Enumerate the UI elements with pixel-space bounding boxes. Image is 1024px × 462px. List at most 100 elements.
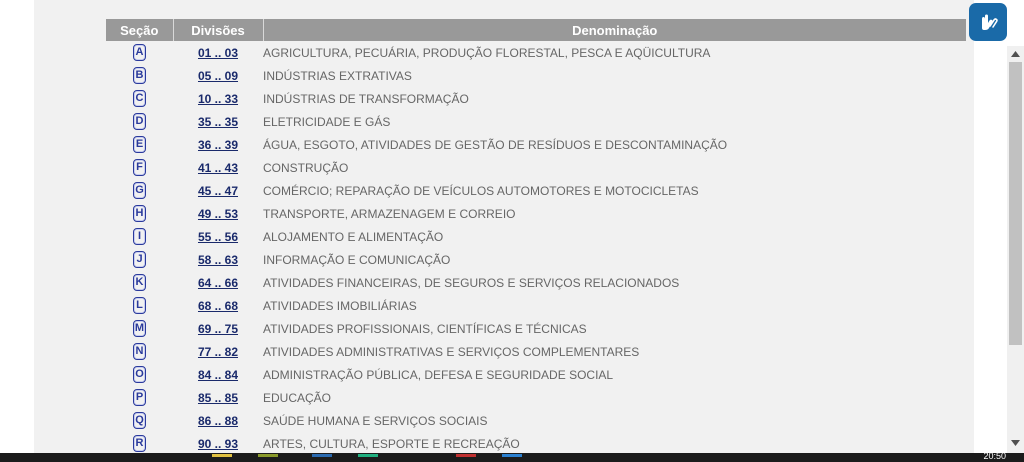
divisions-cell: 01 .. 03	[173, 41, 263, 64]
divisions-link[interactable]: 01 .. 03	[198, 46, 238, 60]
section-cell: G	[106, 179, 173, 202]
cnae-sections-table: Seção Divisões Denominação A 01 .. 03 AGRI…	[106, 19, 966, 455]
divisions-link[interactable]: 86 .. 88	[198, 414, 238, 428]
accessibility-widget-button[interactable]	[969, 3, 1007, 41]
section-letter-badge[interactable]: M	[132, 320, 147, 337]
table-row: M 69 .. 75 ATIVIDADES PROFISSIONAIS, CIENT…	[106, 317, 966, 340]
divisions-link[interactable]: 35 .. 35	[198, 115, 238, 129]
divisions-cell: 55 .. 56	[173, 225, 263, 248]
denomination-cell: ALOJAMENTO E ALIMENTAÇÃO	[263, 229, 444, 244]
divisions-cell: 45 .. 47	[173, 179, 263, 202]
section-letter-badge[interactable]: H	[133, 205, 146, 222]
table-row: D 35 .. 35 ELETRICIDADE E GÁS	[106, 110, 966, 133]
section-cell: A	[106, 41, 173, 64]
divisions-cell: 41 .. 43	[173, 156, 263, 179]
section-letter-badge[interactable]: K	[133, 274, 146, 291]
divisions-cell: 49 .. 53	[173, 202, 263, 225]
triangle-up-icon[interactable]	[1009, 49, 1022, 59]
divisions-link[interactable]: 84 .. 84	[198, 368, 238, 382]
section-letter-badge[interactable]: F	[133, 159, 146, 176]
divisions-cell: 58 .. 63	[173, 248, 263, 271]
table-row: K 64 .. 66 ATIVIDADES FINANCEIRAS, DE SEGU…	[106, 271, 966, 294]
vertical-scrollbar[interactable]	[1007, 46, 1024, 453]
divisions-link[interactable]: 10 .. 33	[198, 92, 238, 106]
scrollbar-thumb[interactable]	[1009, 62, 1022, 345]
denomination-cell: AGRICULTURA, PECUÁRIA, PRODUÇÃO FLORESTA…	[263, 45, 711, 60]
divisions-link[interactable]: 55 .. 56	[198, 230, 238, 244]
section-cell: J	[106, 248, 173, 271]
divisions-link[interactable]: 36 .. 39	[198, 138, 238, 152]
taskbar-app-icon[interactable]	[456, 454, 476, 457]
section-letter-badge[interactable]: A	[133, 44, 146, 61]
triangle-down-icon[interactable]	[1009, 438, 1022, 448]
section-cell: H	[106, 202, 173, 225]
table-row: F 41 .. 43 CONSTRUÇÃO	[106, 156, 966, 179]
divisions-cell: 68 .. 68	[173, 294, 263, 317]
section-cell: E	[106, 133, 173, 156]
divisions-link[interactable]: 90 .. 93	[198, 437, 238, 451]
section-cell: L	[106, 294, 173, 317]
section-letter-badge[interactable]: R	[133, 435, 146, 452]
divisions-link[interactable]: 41 .. 43	[198, 161, 238, 175]
section-letter-badge[interactable]: J	[133, 251, 146, 268]
divisions-cell: 36 .. 39	[173, 133, 263, 156]
table-header-row: Seção Divisões Denominação	[106, 19, 966, 41]
denomination-cell: EDUCAÇÃO	[263, 390, 332, 405]
divisions-link[interactable]: 05 .. 09	[198, 69, 238, 83]
table-row: G 45 .. 47 COMÉRCIO; REPARAÇÃO DE VEÍCULOS…	[106, 179, 966, 202]
section-cell: K	[106, 271, 173, 294]
denomination-cell: ARTES, CULTURA, ESPORTE E RECREAÇÃO	[263, 436, 520, 451]
header-divisions: Divisões	[173, 19, 264, 41]
taskbar-app-icon[interactable]	[258, 454, 278, 457]
section-letter-badge[interactable]: E	[133, 136, 146, 153]
table-row: I 55 .. 56 ALOJAMENTO E ALIMENTAÇÃO	[106, 225, 966, 248]
section-cell: N	[106, 340, 173, 363]
section-cell: I	[106, 225, 173, 248]
taskbar-clock: 20:50	[983, 451, 1006, 461]
section-cell: P	[106, 386, 173, 409]
page-content-panel: Seção Divisões Denominação A 01 .. 03 AGRI…	[34, 0, 974, 462]
denomination-cell: CONSTRUÇÃO	[263, 160, 349, 175]
denomination-cell: COMÉRCIO; REPARAÇÃO DE VEÍCULOS AUTOMOTO…	[263, 183, 699, 198]
os-taskbar: 20:50	[0, 451, 1024, 462]
divisions-link[interactable]: 69 .. 75	[198, 322, 238, 336]
section-cell: M	[106, 317, 173, 340]
divisions-cell: 69 .. 75	[173, 317, 263, 340]
denomination-cell: ADMINISTRAÇÃO PÚBLICA, DEFESA E SEGURIDA…	[263, 367, 614, 382]
table-row: J 58 .. 63 INFORMAÇÃO E COMUNICAÇÃO	[106, 248, 966, 271]
divisions-link[interactable]: 64 .. 66	[198, 276, 238, 290]
section-letter-badge[interactable]: N	[133, 343, 146, 360]
section-letter-badge[interactable]: P	[133, 389, 146, 406]
divisions-cell: 64 .. 66	[173, 271, 263, 294]
denomination-cell: ATIVIDADES IMOBILIÁRIAS	[263, 298, 417, 313]
divisions-link[interactable]: 68 .. 68	[198, 299, 238, 313]
denomination-cell: TRANSPORTE, ARMAZENAGEM E CORREIO	[263, 206, 516, 221]
divisions-cell: 90 .. 93	[173, 432, 263, 455]
divisions-link[interactable]: 45 .. 47	[198, 184, 238, 198]
taskbar-app-icon[interactable]	[502, 454, 522, 457]
denomination-cell: INDÚSTRIAS EXTRATIVAS	[263, 68, 412, 83]
divisions-link[interactable]: 85 .. 85	[198, 391, 238, 405]
section-letter-badge[interactable]: I	[133, 228, 146, 245]
denomination-cell: ELETRICIDADE E GÁS	[263, 114, 391, 129]
section-letter-badge[interactable]: C	[133, 90, 146, 107]
section-cell: C	[106, 87, 173, 110]
section-letter-badge[interactable]: L	[133, 297, 146, 314]
taskbar-app-icon[interactable]	[358, 454, 378, 457]
divisions-link[interactable]: 58 .. 63	[198, 253, 238, 267]
section-letter-badge[interactable]: B	[133, 67, 146, 84]
section-letter-badge[interactable]: G	[133, 182, 146, 199]
taskbar-app-icon[interactable]	[312, 454, 332, 457]
divisions-link[interactable]: 49 .. 53	[198, 207, 238, 221]
taskbar-app-icon[interactable]	[212, 454, 232, 457]
section-letter-badge[interactable]: D	[133, 113, 146, 130]
section-cell: F	[106, 156, 173, 179]
section-letter-badge[interactable]: O	[133, 366, 146, 383]
divisions-cell: 10 .. 33	[173, 87, 263, 110]
divisions-cell: 77 .. 82	[173, 340, 263, 363]
section-letter-badge[interactable]: Q	[133, 412, 146, 429]
section-cell: O	[106, 363, 173, 386]
divisions-link[interactable]: 77 .. 82	[198, 345, 238, 359]
table-row: A 01 .. 03 AGRICULTURA, PECUÁRIA, PRODUÇÃO…	[106, 41, 966, 64]
divisions-cell: 86 .. 88	[173, 409, 263, 432]
